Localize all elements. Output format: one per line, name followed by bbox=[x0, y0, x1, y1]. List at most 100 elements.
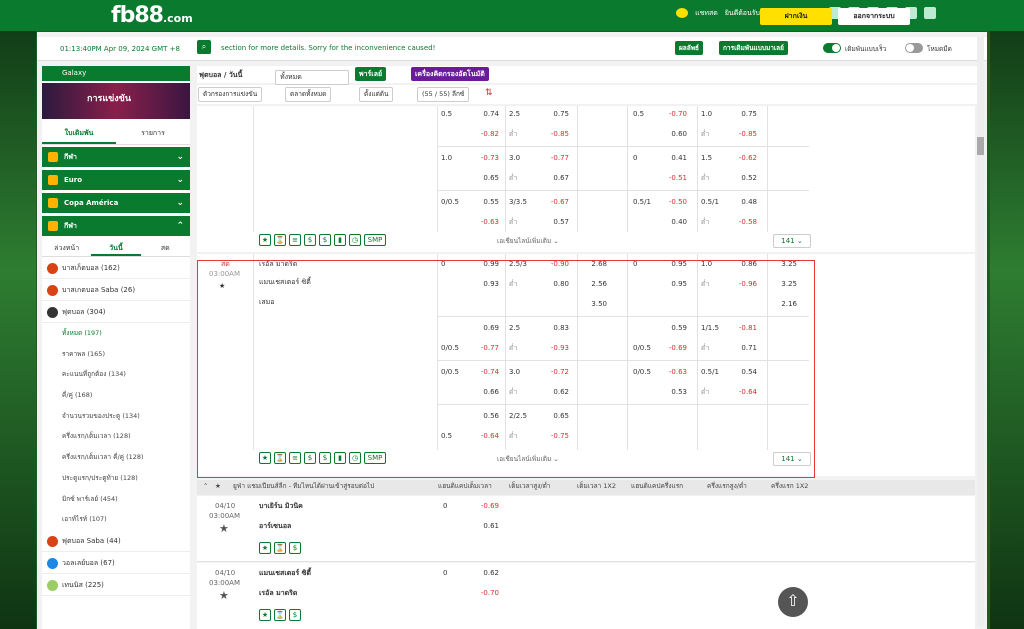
odds-cell[interactable]: -0.73 bbox=[473, 150, 499, 167]
match-tools: ★ ⌛ ≡ $ $ ▮ ◷ SMP bbox=[259, 234, 386, 249]
sub-first-last[interactable]: ประตูแรก/ประตูท้าย (128) bbox=[42, 468, 190, 489]
sidebar-group-copa[interactable]: Copa América ⌄ bbox=[42, 193, 190, 213]
star-tool-icon[interactable]: ★ bbox=[259, 609, 271, 621]
sub-total-goals[interactable]: จำนวนรวมของประตู (134) bbox=[42, 406, 190, 427]
scrollbar[interactable] bbox=[977, 37, 984, 627]
tab-list[interactable]: รายการ bbox=[116, 123, 190, 144]
parlay-button[interactable]: พาร์เลย์ bbox=[355, 67, 387, 81]
handicap-label: ต่ำ bbox=[509, 174, 518, 182]
sidebar-group-euro[interactable]: Euro ⌄ bbox=[42, 170, 190, 190]
search-icon[interactable]: ⌕ bbox=[197, 40, 211, 54]
star-tool-icon[interactable]: ★ bbox=[259, 234, 271, 246]
stats-icon[interactable]: ⌛ bbox=[274, 609, 286, 621]
odds-cell[interactable]: 0.74 bbox=[473, 106, 499, 123]
back-to-top-button[interactable]: ⇧ bbox=[778, 587, 808, 617]
odds-cell[interactable]: -0.85 bbox=[543, 126, 569, 143]
odds-cell[interactable]: 0.61 bbox=[473, 518, 499, 535]
star-tool-icon[interactable]: ★ bbox=[259, 542, 271, 554]
smp-button[interactable]: SMP bbox=[364, 234, 386, 246]
coin-icon[interactable]: $ bbox=[304, 234, 316, 246]
odds-cell[interactable]: -0.82 bbox=[473, 126, 499, 143]
bet-icon[interactable]: $ bbox=[289, 609, 301, 621]
quickbet-toggle[interactable] bbox=[823, 43, 841, 53]
odds-cell[interactable]: 0.65 bbox=[473, 170, 499, 187]
more-markets-button[interactable]: 141 ⌄ bbox=[773, 234, 811, 248]
more-lines-link[interactable]: เอเชียนไลน์เพิ่มเติม ⌄ bbox=[497, 236, 559, 246]
odds-cell[interactable]: -0.50 bbox=[661, 194, 687, 211]
odds-type-select[interactable]: การเดิมพันแบบมาเลย์ bbox=[719, 41, 788, 55]
sport-basketball[interactable]: บาสเก็ตบอล (162) bbox=[42, 257, 190, 279]
odds-cell[interactable]: 0.48 bbox=[731, 194, 757, 211]
tab-live[interactable]: สด bbox=[141, 239, 190, 256]
sidebar-group-sports-open[interactable]: กีฬา ⌃ bbox=[42, 216, 190, 236]
odds-cell[interactable]: 0.75 bbox=[731, 106, 757, 123]
odds-cell[interactable]: 0.67 bbox=[543, 170, 569, 187]
star-icon[interactable]: ★ bbox=[219, 520, 229, 537]
odds-cell[interactable]: 0.62 bbox=[473, 565, 499, 582]
odds-cell[interactable]: -0.58 bbox=[731, 214, 757, 231]
odds-cell[interactable]: -0.70 bbox=[661, 106, 687, 123]
chat-icon[interactable] bbox=[676, 8, 689, 18]
darkmode-toggle[interactable] bbox=[905, 43, 923, 53]
league-header[interactable]: ⌃ ★ ยูฟ่า แชมเปียนส์ลีก - ทีมไหนได้ผ่านเ… bbox=[197, 480, 975, 495]
odds-cell[interactable]: -0.63 bbox=[473, 214, 499, 231]
odds-cell[interactable]: -0.62 bbox=[731, 150, 757, 167]
sport-basketball-saba[interactable]: บาสเกตบอล Saba (26) bbox=[42, 279, 190, 301]
odds-cell[interactable]: -0.70 bbox=[473, 585, 499, 602]
galaxy-link[interactable]: Galaxy bbox=[42, 66, 190, 81]
sub-all[interactable]: ทั้งหมด (197) bbox=[42, 323, 190, 344]
odds-cell[interactable]: 0.75 bbox=[543, 106, 569, 123]
tab-betslip[interactable]: ใบเดิมพัน bbox=[42, 123, 116, 144]
settings-icon[interactable] bbox=[924, 7, 936, 19]
bet-icon[interactable]: $ bbox=[319, 234, 331, 246]
deposit-button[interactable]: ฝากเงิน bbox=[760, 8, 832, 25]
odds-cell[interactable]: 0.57 bbox=[543, 214, 569, 231]
sub-htft-oe[interactable]: ครึ่งแรก/เต็มเวลา คี่/คู่ (128) bbox=[42, 447, 190, 468]
odds-cell[interactable]: 0.55 bbox=[473, 194, 499, 211]
sidebar-group-sports[interactable]: กีฬา ⌄ bbox=[42, 147, 190, 167]
sort-filter[interactable]: ตั้งแต่ต้น bbox=[359, 87, 394, 102]
collapse-icon[interactable]: ⌃ bbox=[203, 480, 208, 493]
sport-tennis[interactable]: เทนนิส (225) bbox=[42, 574, 190, 596]
sub-outright[interactable]: เอาท์ไรท์ (107) bbox=[42, 509, 190, 530]
history-icon[interactable]: ◷ bbox=[349, 234, 361, 246]
sub-handicap[interactable]: ราคาพล (165) bbox=[42, 344, 190, 365]
handicap-label: 0.5/1 bbox=[633, 198, 651, 206]
odds-cell[interactable]: -0.51 bbox=[661, 170, 687, 187]
list-icon[interactable]: ≡ bbox=[289, 234, 301, 246]
market-filter[interactable]: ตลาดทั้งหมด bbox=[285, 87, 332, 102]
star-icon[interactable]: ★ bbox=[215, 480, 221, 493]
logout-button[interactable]: ออกจากระบบ bbox=[838, 8, 910, 25]
odds-cell[interactable]: -0.77 bbox=[543, 150, 569, 167]
tab-today[interactable]: วันนี้ bbox=[91, 239, 141, 256]
sport-football-saba[interactable]: ฟุตบอล Saba (44) bbox=[42, 530, 190, 552]
sub-htft[interactable]: ครึ่งแรก/เต็มเวลา (128) bbox=[42, 426, 190, 447]
bet-icon[interactable]: $ bbox=[289, 542, 301, 554]
promo-banner[interactable]: การแข่งขัน bbox=[42, 83, 190, 119]
odds-cell[interactable]: 0.41 bbox=[661, 150, 687, 167]
chart-icon[interactable]: ▮ bbox=[334, 234, 346, 246]
sport-football[interactable]: ฟุตบอล (304) bbox=[42, 301, 190, 323]
logo[interactable]: fb88.com bbox=[111, 3, 193, 28]
odds-cell[interactable]: 0.52 bbox=[731, 170, 757, 187]
league-filter[interactable]: ตัวกรองการแข่งขัน bbox=[198, 87, 263, 102]
sort-icon[interactable]: ⇅ bbox=[485, 88, 493, 98]
star-icon[interactable]: ★ bbox=[219, 587, 229, 604]
calc-button[interactable]: เครื่องคิดกรองอัตโนมัติ bbox=[411, 67, 489, 81]
odds-cell[interactable]: -0.67 bbox=[543, 194, 569, 211]
odds-cell[interactable]: -0.85 bbox=[731, 126, 757, 143]
sport-volleyball[interactable]: วอลเลย์บอล (67) bbox=[42, 552, 190, 574]
sub-mix-parlay[interactable]: มิกซ์ พาร์เลย์ (454) bbox=[42, 489, 190, 510]
tab-early[interactable]: ล่วงหน้า bbox=[42, 239, 91, 256]
all-select[interactable]: ทั้งหมด bbox=[275, 70, 349, 85]
odds-cell[interactable]: 0.40 bbox=[661, 214, 687, 231]
odds-cell[interactable]: 0.60 bbox=[661, 126, 687, 143]
results-button[interactable]: ผลลัพธ์ bbox=[675, 41, 704, 55]
chat-link[interactable]: แชทสด bbox=[695, 8, 718, 19]
odds-cell[interactable]: -0.69 bbox=[473, 498, 499, 515]
stats-icon[interactable]: ⌛ bbox=[274, 542, 286, 554]
stats-icon[interactable]: ⌛ bbox=[274, 234, 286, 246]
handicap-label: 3/3.5 bbox=[509, 198, 527, 206]
sub-correct-score[interactable]: คะแนนที่ถูกต้อง (134) bbox=[42, 364, 190, 385]
sub-odd-even[interactable]: คี่/คู่ (168) bbox=[42, 385, 190, 406]
